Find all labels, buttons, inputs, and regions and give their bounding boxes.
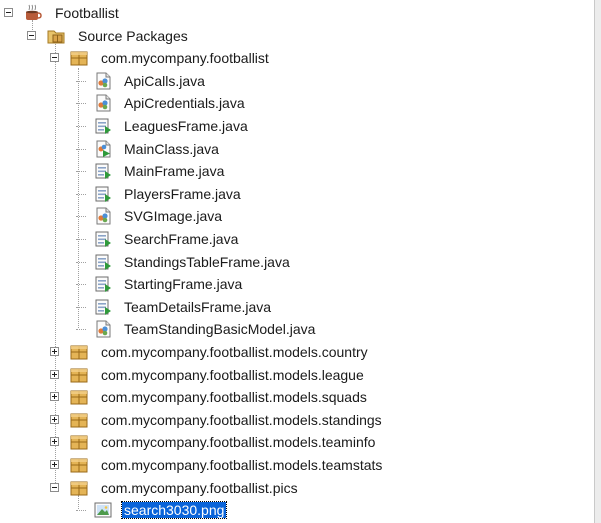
tree-branch-line — [76, 171, 86, 173]
package-label: com.mycompany.footballist.models.squads — [101, 389, 367, 406]
tree-branch-line — [76, 126, 86, 127]
collapse-toggle[interactable] — [50, 53, 59, 63]
java-class-icon — [94, 72, 112, 90]
file-label: LeaguesFrame.java — [124, 118, 248, 134]
java-form-icon — [94, 117, 112, 135]
source-packages-node-label: Source Packages — [78, 27, 188, 44]
tree-branch-line — [76, 329, 86, 331]
package-icon — [70, 388, 88, 406]
expand-toggle[interactable] — [50, 369, 59, 379]
java-form-icon — [94, 230, 112, 248]
java-form-icon — [94, 253, 112, 271]
tree-branch-line — [76, 510, 86, 512]
java-class-icon — [94, 320, 112, 338]
tree-branch-line — [76, 193, 86, 195]
package-icon — [70, 411, 88, 429]
tree-branch-line — [76, 239, 86, 240]
package-icon — [70, 343, 88, 361]
java-form-icon — [94, 185, 112, 203]
file-label: SVGImage.java — [124, 208, 223, 225]
java-form-icon — [94, 275, 112, 293]
package-label: com.mycompany.footballist.models.league — [101, 366, 364, 383]
java-form-icon — [94, 298, 112, 316]
tree-branch-line — [76, 216, 86, 218]
package-label: com.mycompany.footballist.models.teaminf… — [101, 434, 376, 451]
tree-guide-line — [78, 495, 79, 509]
expand-toggle[interactable] — [50, 392, 59, 402]
tree-scrollbar-edge — [594, 0, 601, 523]
package-icon — [70, 366, 88, 384]
tree-branch-line — [76, 80, 86, 82]
package-icon — [70, 433, 88, 451]
package-icon — [70, 456, 88, 474]
tree-branch-line — [76, 148, 86, 150]
file-label: PlayersFrame.java — [124, 185, 241, 202]
file-label: StandingsTableFrame.java — [124, 253, 290, 270]
expand-toggle[interactable] — [50, 460, 59, 469]
tree-branch-line — [76, 261, 86, 263]
file-label: ApiCalls.java — [124, 72, 205, 89]
file-label: MainFrame.java — [124, 163, 225, 180]
java-main-class-icon — [94, 140, 112, 158]
package-label: com.mycompany.footballist.models.teamsta… — [101, 457, 383, 473]
expand-toggle[interactable] — [50, 437, 59, 447]
expand-toggle[interactable] — [50, 347, 59, 356]
source-packages-icon — [47, 27, 65, 45]
image-file-icon — [94, 501, 112, 519]
java-project-icon — [24, 4, 42, 22]
tree-branch-line — [76, 306, 86, 308]
java-class-icon — [94, 207, 112, 225]
tree-branch-line — [76, 284, 86, 286]
collapse-toggle[interactable] — [4, 8, 13, 17]
tree-branch-line — [76, 103, 86, 105]
expand-toggle[interactable] — [50, 414, 59, 424]
package-icon — [70, 49, 88, 67]
package-label: com.mycompany.footballist.pics — [101, 479, 298, 496]
file-label: StartingFrame.java — [124, 276, 243, 293]
file-label: search3030.png — [120, 501, 228, 520]
collapse-toggle[interactable] — [50, 482, 59, 492]
package-label: com.mycompany.footballist.models.country — [101, 344, 368, 360]
tree-guide-line — [78, 68, 79, 328]
file-label: MainClass.java — [124, 140, 219, 157]
package-label: com.mycompany.footballist.models.standin… — [101, 411, 382, 428]
file-label: TeamStandingBasicModel.java — [124, 321, 316, 338]
collapse-toggle[interactable] — [27, 30, 36, 40]
project-node-label: Footballist — [55, 5, 119, 21]
file-label: ApiCredentials.java — [124, 95, 245, 112]
java-class-icon — [94, 94, 112, 112]
package-icon — [70, 479, 88, 497]
file-label: SearchFrame.java — [124, 231, 239, 247]
package-label: com.mycompany.footballist — [101, 50, 269, 67]
file-label: TeamDetailsFrame.java — [124, 298, 272, 315]
java-form-icon — [94, 162, 112, 180]
